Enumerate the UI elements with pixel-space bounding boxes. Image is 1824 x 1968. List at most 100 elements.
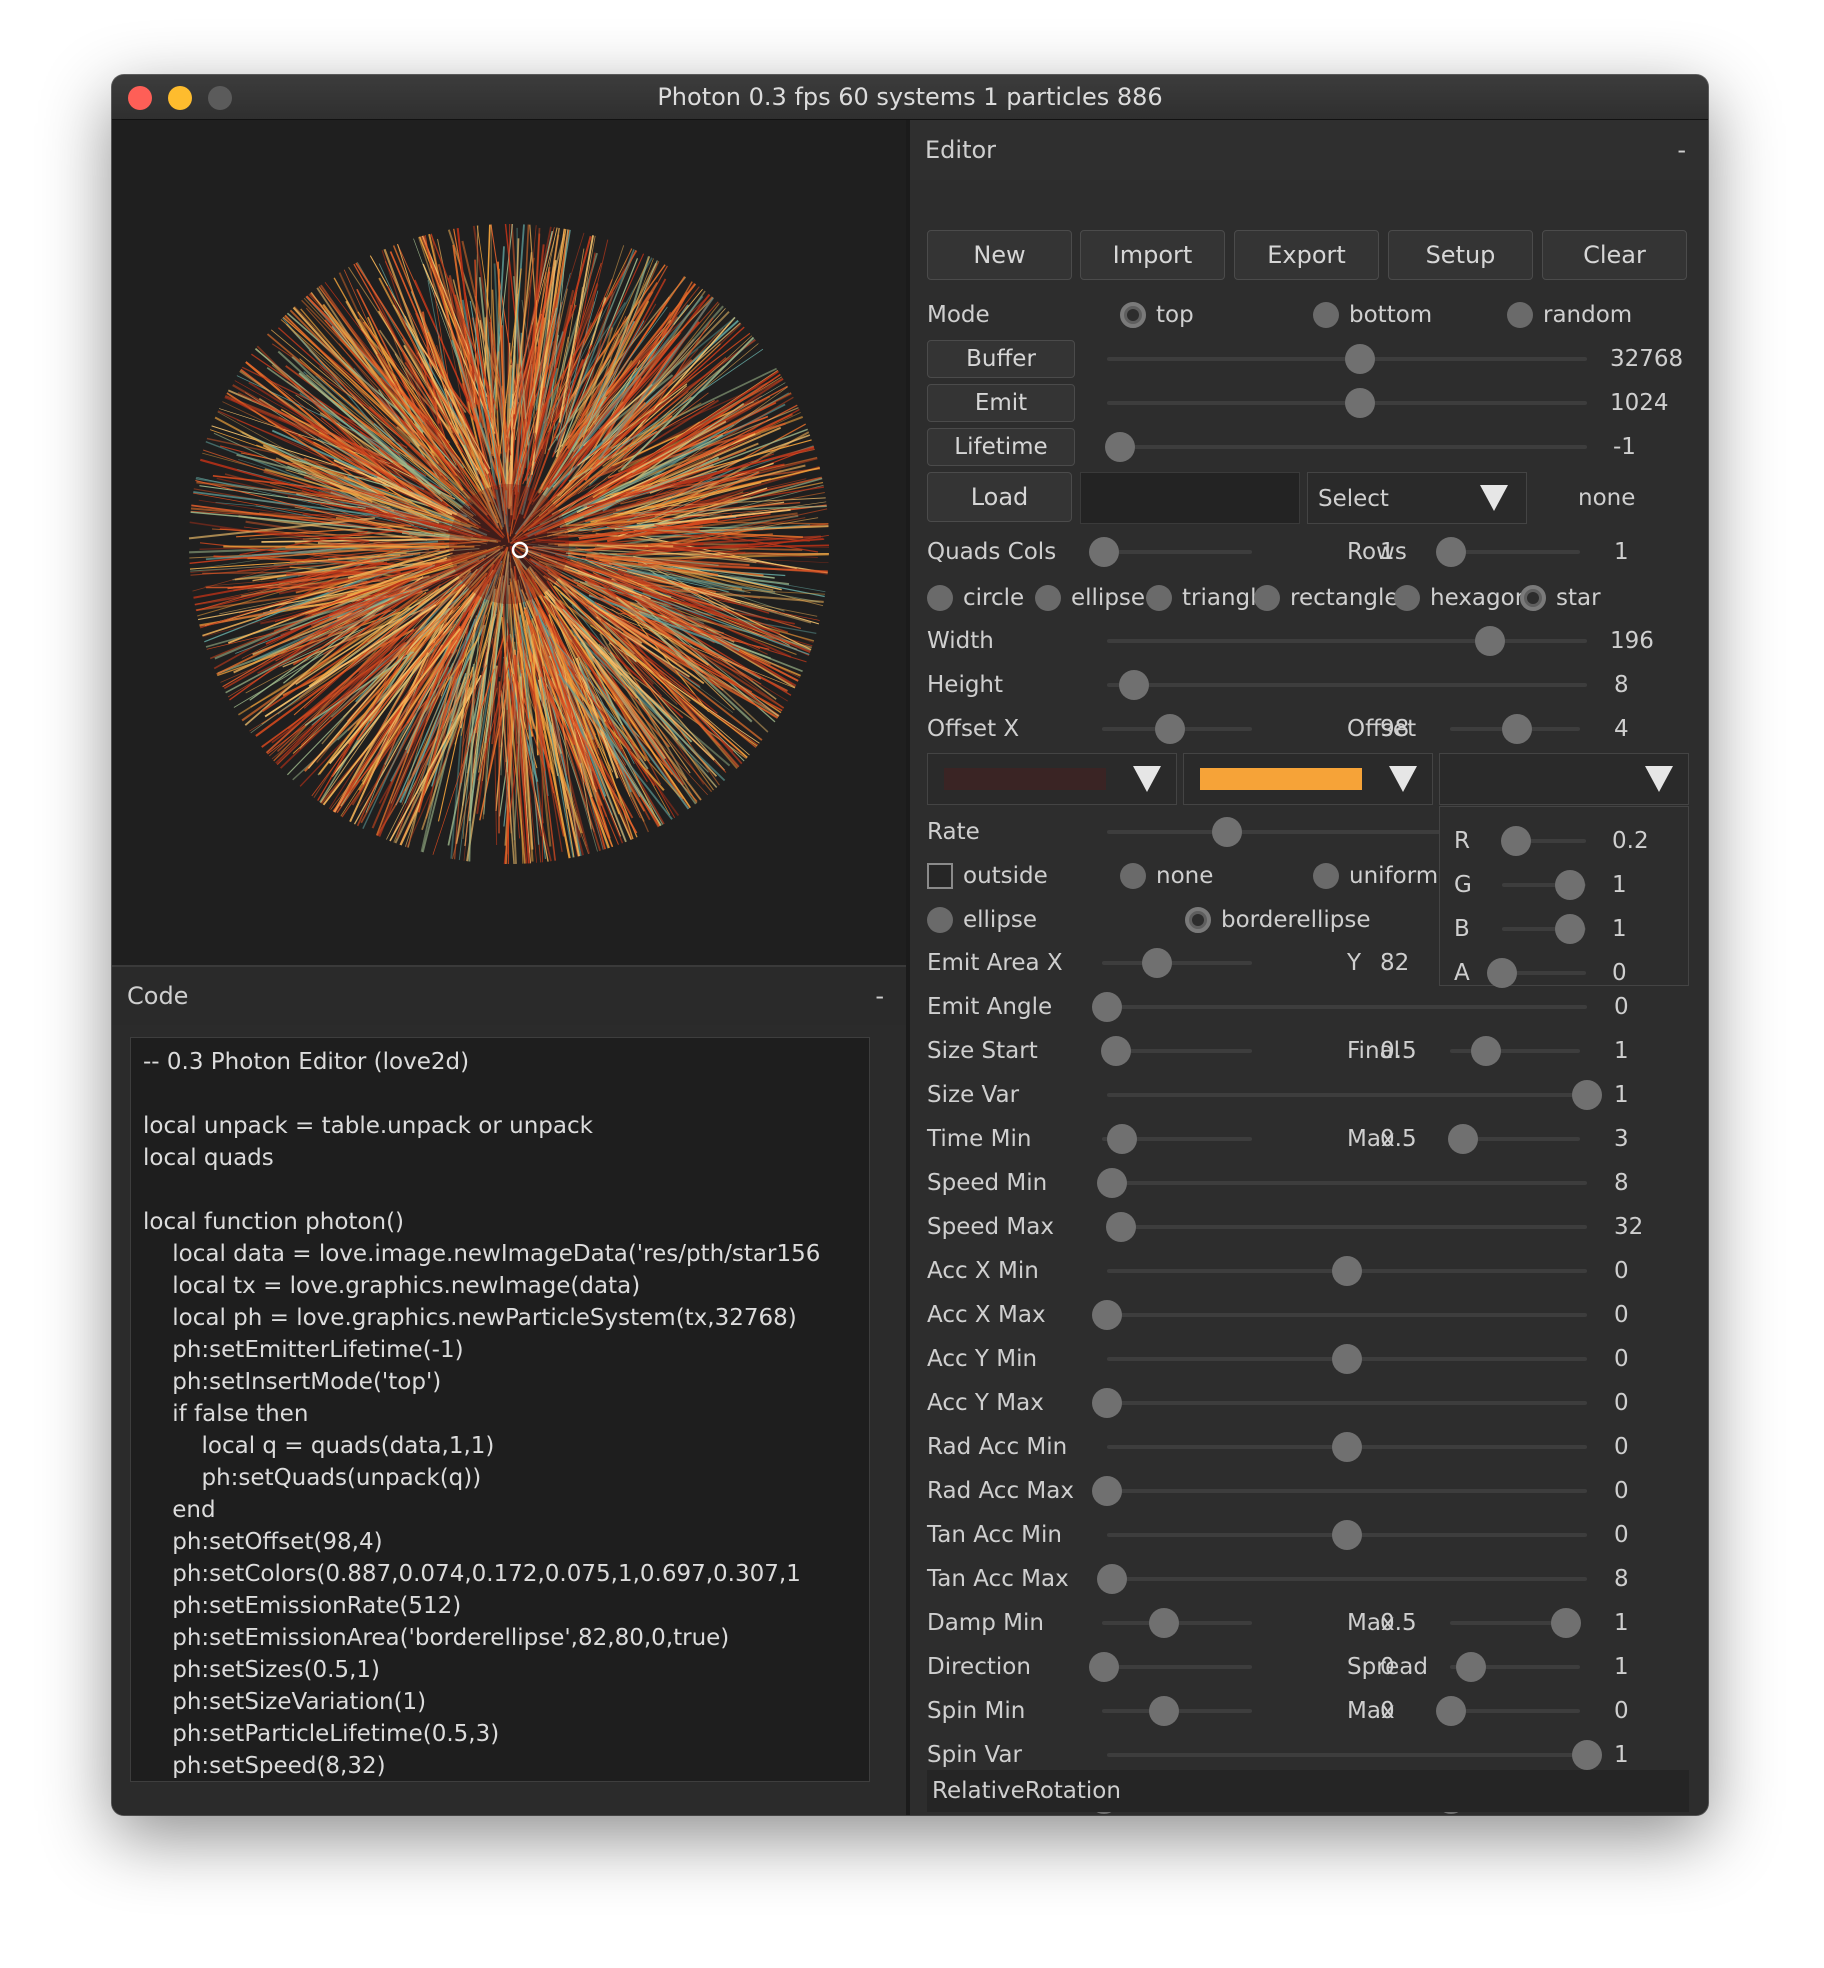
zoom-button[interactable]: [208, 86, 232, 110]
rad-acc-max-slider[interactable]: [1107, 1489, 1587, 1493]
acc-y-min-slider-knob[interactable]: [1332, 1344, 1362, 1374]
emit-angle-slider[interactable]: [1107, 1005, 1587, 1009]
rad-acc-max-slider-knob[interactable]: [1092, 1476, 1122, 1506]
offset-x-slider-knob[interactable]: [1155, 714, 1185, 744]
setup-button[interactable]: Setup: [1388, 230, 1533, 280]
editor-panel-minimize-button[interactable]: -: [1677, 120, 1686, 180]
quads-cols-slider-knob[interactable]: [1089, 537, 1119, 567]
spin-var-slider-knob[interactable]: [1572, 1740, 1602, 1770]
select-dropdown[interactable]: Select: [1307, 472, 1527, 524]
speed-min-slider[interactable]: [1107, 1181, 1587, 1185]
code-panel-minimize-button[interactable]: -: [875, 967, 884, 1025]
title-bar[interactable]: Photon 0.3 fps 60 systems 1 particles 88…: [112, 75, 1708, 120]
rate-slider-knob[interactable]: [1212, 817, 1242, 847]
buffer-button[interactable]: Buffer: [927, 340, 1075, 378]
r-slider-knob[interactable]: [1500, 826, 1531, 856]
emit-area-x-slider[interactable]: [1102, 961, 1252, 965]
spin-min-max-slider-knob[interactable]: [1436, 1696, 1466, 1726]
b-slider-knob[interactable]: [1555, 914, 1585, 944]
size-start-final-slider[interactable]: [1450, 1049, 1580, 1053]
a-slider-knob[interactable]: [1487, 958, 1517, 988]
area-none-radio[interactable]: [1120, 863, 1146, 889]
height-slider[interactable]: [1107, 683, 1587, 687]
close-button[interactable]: [128, 86, 152, 110]
size-start-slider-knob[interactable]: [1101, 1036, 1131, 1066]
emit-area-x-slider-knob[interactable]: [1142, 948, 1172, 978]
emit-button[interactable]: Emit: [927, 384, 1075, 422]
acc-x-min-slider-knob[interactable]: [1332, 1256, 1362, 1286]
shape-circle-radio[interactable]: [927, 585, 953, 611]
buffer-slider-knob[interactable]: [1345, 344, 1375, 374]
offset-y-slider-knob[interactable]: [1502, 714, 1532, 744]
particle-preview[interactable]: [112, 120, 906, 965]
spin-var-slider[interactable]: [1107, 1753, 1587, 1757]
width-slider-knob[interactable]: [1474, 626, 1505, 656]
code-editor[interactable]: -- 0.3 Photon Editor (love2d) local unpac…: [130, 1037, 870, 1782]
spin-min-max-slider[interactable]: [1450, 1709, 1580, 1713]
export-button[interactable]: Export: [1234, 230, 1379, 280]
shape-ellipse-radio[interactable]: [1035, 585, 1061, 611]
shape-star-radio[interactable]: [1520, 585, 1546, 611]
outside-checkbox[interactable]: [927, 863, 953, 889]
area-borderellipse-radio[interactable]: [1185, 907, 1211, 933]
area-uniform-radio[interactable]: [1313, 863, 1339, 889]
speed-max-slider[interactable]: [1107, 1225, 1587, 1229]
area-ellipse-radio[interactable]: [927, 907, 953, 933]
quads-cols-slider[interactable]: [1102, 550, 1252, 554]
lifetime-row: Lifetime -1: [910, 427, 1708, 467]
time-min-max-slider-knob[interactable]: [1447, 1124, 1478, 1154]
mode-row: Mode top bottom random: [910, 295, 1708, 335]
spin-min-slider-knob[interactable]: [1149, 1696, 1179, 1726]
code-panel-header[interactable]: Code -: [112, 967, 906, 1025]
size-var-slider-knob[interactable]: [1572, 1080, 1602, 1110]
color-2-dropdown[interactable]: [1183, 753, 1433, 805]
color-1-dropdown[interactable]: [927, 753, 1177, 805]
acc-x-max-slider-knob[interactable]: [1092, 1300, 1122, 1330]
rows-slider-knob[interactable]: [1436, 537, 1466, 567]
acc-x-max-slider[interactable]: [1107, 1313, 1587, 1317]
minimize-button[interactable]: [168, 86, 192, 110]
g-slider-knob[interactable]: [1555, 870, 1585, 900]
speed-max-slider-knob[interactable]: [1106, 1212, 1137, 1242]
speed-min-slider-knob[interactable]: [1096, 1168, 1127, 1198]
mode-top-radio[interactable]: [1120, 302, 1146, 328]
time-min-slider-knob[interactable]: [1107, 1124, 1137, 1154]
direction-slider-knob[interactable]: [1089, 1652, 1119, 1682]
code-line: if false then: [143, 1401, 309, 1427]
lifetime-button[interactable]: Lifetime: [927, 428, 1075, 466]
lifetime-slider[interactable]: [1107, 445, 1587, 449]
shape-triangle-radio[interactable]: [1146, 585, 1172, 611]
damp-min-slider-knob[interactable]: [1149, 1608, 1179, 1638]
tan-acc-min-slider-knob[interactable]: [1332, 1520, 1362, 1550]
editor-panel-header[interactable]: Editor -: [910, 120, 1708, 180]
rows-slider[interactable]: [1450, 550, 1580, 554]
width-slider[interactable]: [1107, 639, 1587, 643]
relative-rotation-row[interactable]: RelativeRotation: [927, 1770, 1689, 1812]
shape-hexagon-radio[interactable]: [1394, 585, 1420, 611]
color-3-dropdown[interactable]: [1439, 753, 1689, 805]
height-slider-knob[interactable]: [1119, 670, 1150, 700]
clear-button[interactable]: Clear: [1542, 230, 1687, 280]
size-start-final-slider-knob[interactable]: [1470, 1036, 1501, 1066]
emit-slider-knob[interactable]: [1345, 388, 1375, 418]
code-line: ph:setSpeed(8,32): [143, 1753, 386, 1779]
damp-min-max-slider-knob[interactable]: [1551, 1608, 1581, 1638]
direction-slider[interactable]: [1102, 1665, 1252, 1669]
mode-random-radio[interactable]: [1507, 302, 1533, 328]
acc-y-max-slider-knob[interactable]: [1092, 1388, 1122, 1418]
tan-acc-max-slider-knob[interactable]: [1096, 1564, 1127, 1594]
rad-acc-min-slider-knob[interactable]: [1332, 1432, 1362, 1462]
shape-rectangle-radio[interactable]: [1254, 585, 1280, 611]
new-button[interactable]: New: [927, 230, 1072, 280]
mode-bottom-radio[interactable]: [1313, 302, 1339, 328]
acc-x-max-value: 0: [1614, 1302, 1629, 1328]
direction-spread-slider-knob[interactable]: [1455, 1652, 1486, 1682]
size-var-slider[interactable]: [1107, 1093, 1587, 1097]
emit-angle-slider-knob[interactable]: [1092, 992, 1122, 1022]
tan-acc-max-slider[interactable]: [1107, 1577, 1587, 1581]
import-button[interactable]: Import: [1080, 230, 1225, 280]
load-path-field[interactable]: [1080, 472, 1300, 524]
lifetime-slider-knob[interactable]: [1105, 432, 1135, 462]
load-button[interactable]: Load: [927, 472, 1072, 522]
acc-y-max-slider[interactable]: [1107, 1401, 1587, 1405]
